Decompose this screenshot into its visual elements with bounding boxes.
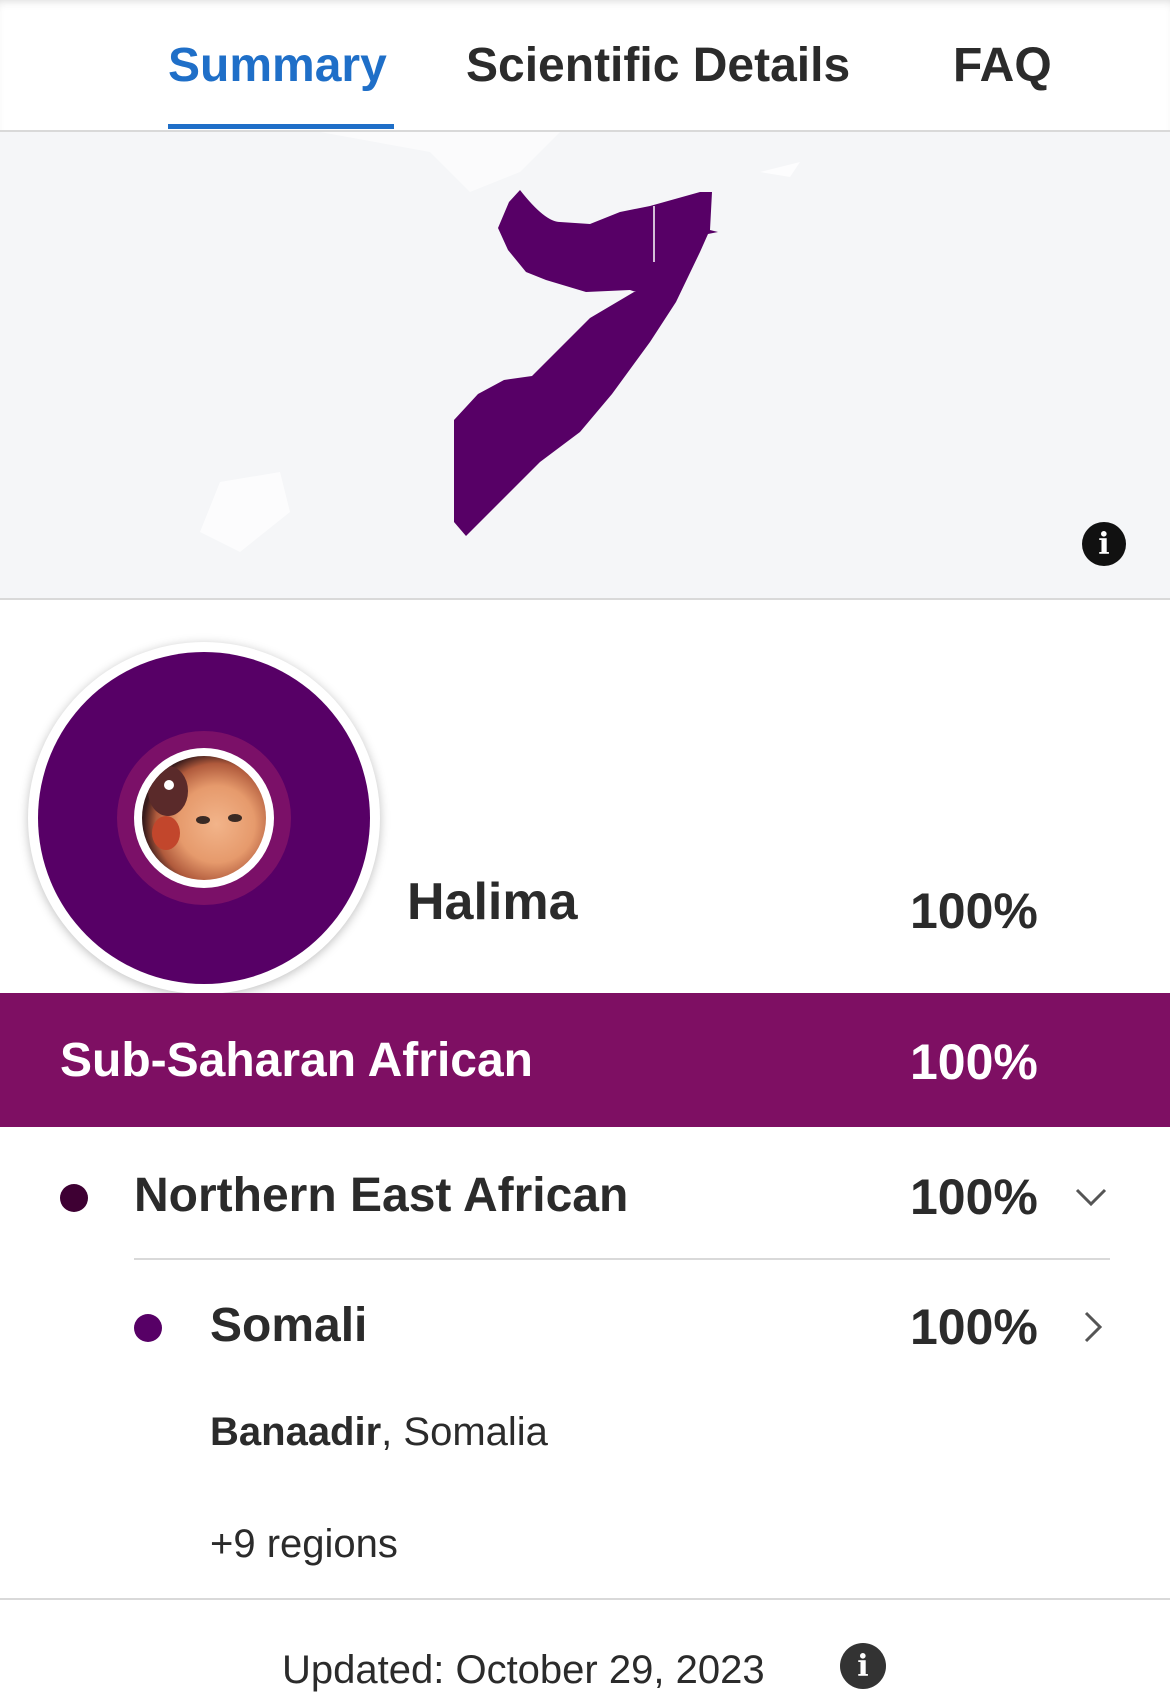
updated-date: Updated: October 29, 2023 <box>282 1648 765 1692</box>
tab-bar: Summary Scientific Details FAQ <box>0 0 1170 132</box>
population-row-somali[interactable]: Somali 100% <box>0 1270 1170 1380</box>
ancestry-map[interactable]: i <box>0 132 1170 600</box>
section-divider <box>0 1598 1170 1600</box>
region-color-dot <box>60 1184 88 1212</box>
region-row-northern-east-african[interactable]: Northern East African 100% <box>0 1140 1170 1250</box>
region-percent: 100% <box>910 1169 1038 1225</box>
location-country: , Somalia <box>381 1410 548 1454</box>
arabia-land <box>0 132 560 192</box>
profile-name: Halima <box>407 873 578 931</box>
tab-scientific-details[interactable]: Scientific Details <box>466 38 850 93</box>
map-info-icon[interactable]: i <box>1082 522 1126 566</box>
active-tab-indicator <box>168 124 394 129</box>
row-divider <box>134 1258 1110 1260</box>
donut-inner-ring <box>117 731 291 905</box>
group-percent: 100% <box>910 1034 1038 1090</box>
lake-land <box>200 472 290 552</box>
group-band-sub-saharan-african[interactable]: Sub-Saharan African 100% <box>0 993 1170 1127</box>
updated-info-icon[interactable]: i <box>840 1643 886 1689</box>
chevron-right-icon[interactable] <box>1076 1310 1110 1344</box>
tab-faq[interactable]: FAQ <box>953 38 1052 93</box>
population-color-dot <box>134 1314 162 1342</box>
profile-percent: 100% <box>910 883 1038 939</box>
socotra-land <box>760 162 800 177</box>
more-regions-link[interactable]: +9 regions <box>210 1522 398 1567</box>
somalia-region[interactable] <box>454 190 718 536</box>
tab-summary[interactable]: Summary <box>168 38 387 93</box>
population-location: Banaadir, Somalia <box>210 1410 548 1455</box>
location-region: Banaadir <box>210 1410 382 1454</box>
group-label: Sub-Saharan African <box>60 1034 533 1087</box>
chevron-down-icon[interactable] <box>1074 1180 1108 1214</box>
region-label: Northern East African <box>134 1169 629 1222</box>
donut-ring <box>38 652 370 984</box>
population-percent: 100% <box>910 1299 1038 1355</box>
ancestry-donut-chart <box>28 642 380 994</box>
avatar-frame <box>134 748 274 888</box>
population-label: Somali <box>210 1299 368 1352</box>
map-svg <box>0 132 800 552</box>
avatar <box>142 756 266 880</box>
